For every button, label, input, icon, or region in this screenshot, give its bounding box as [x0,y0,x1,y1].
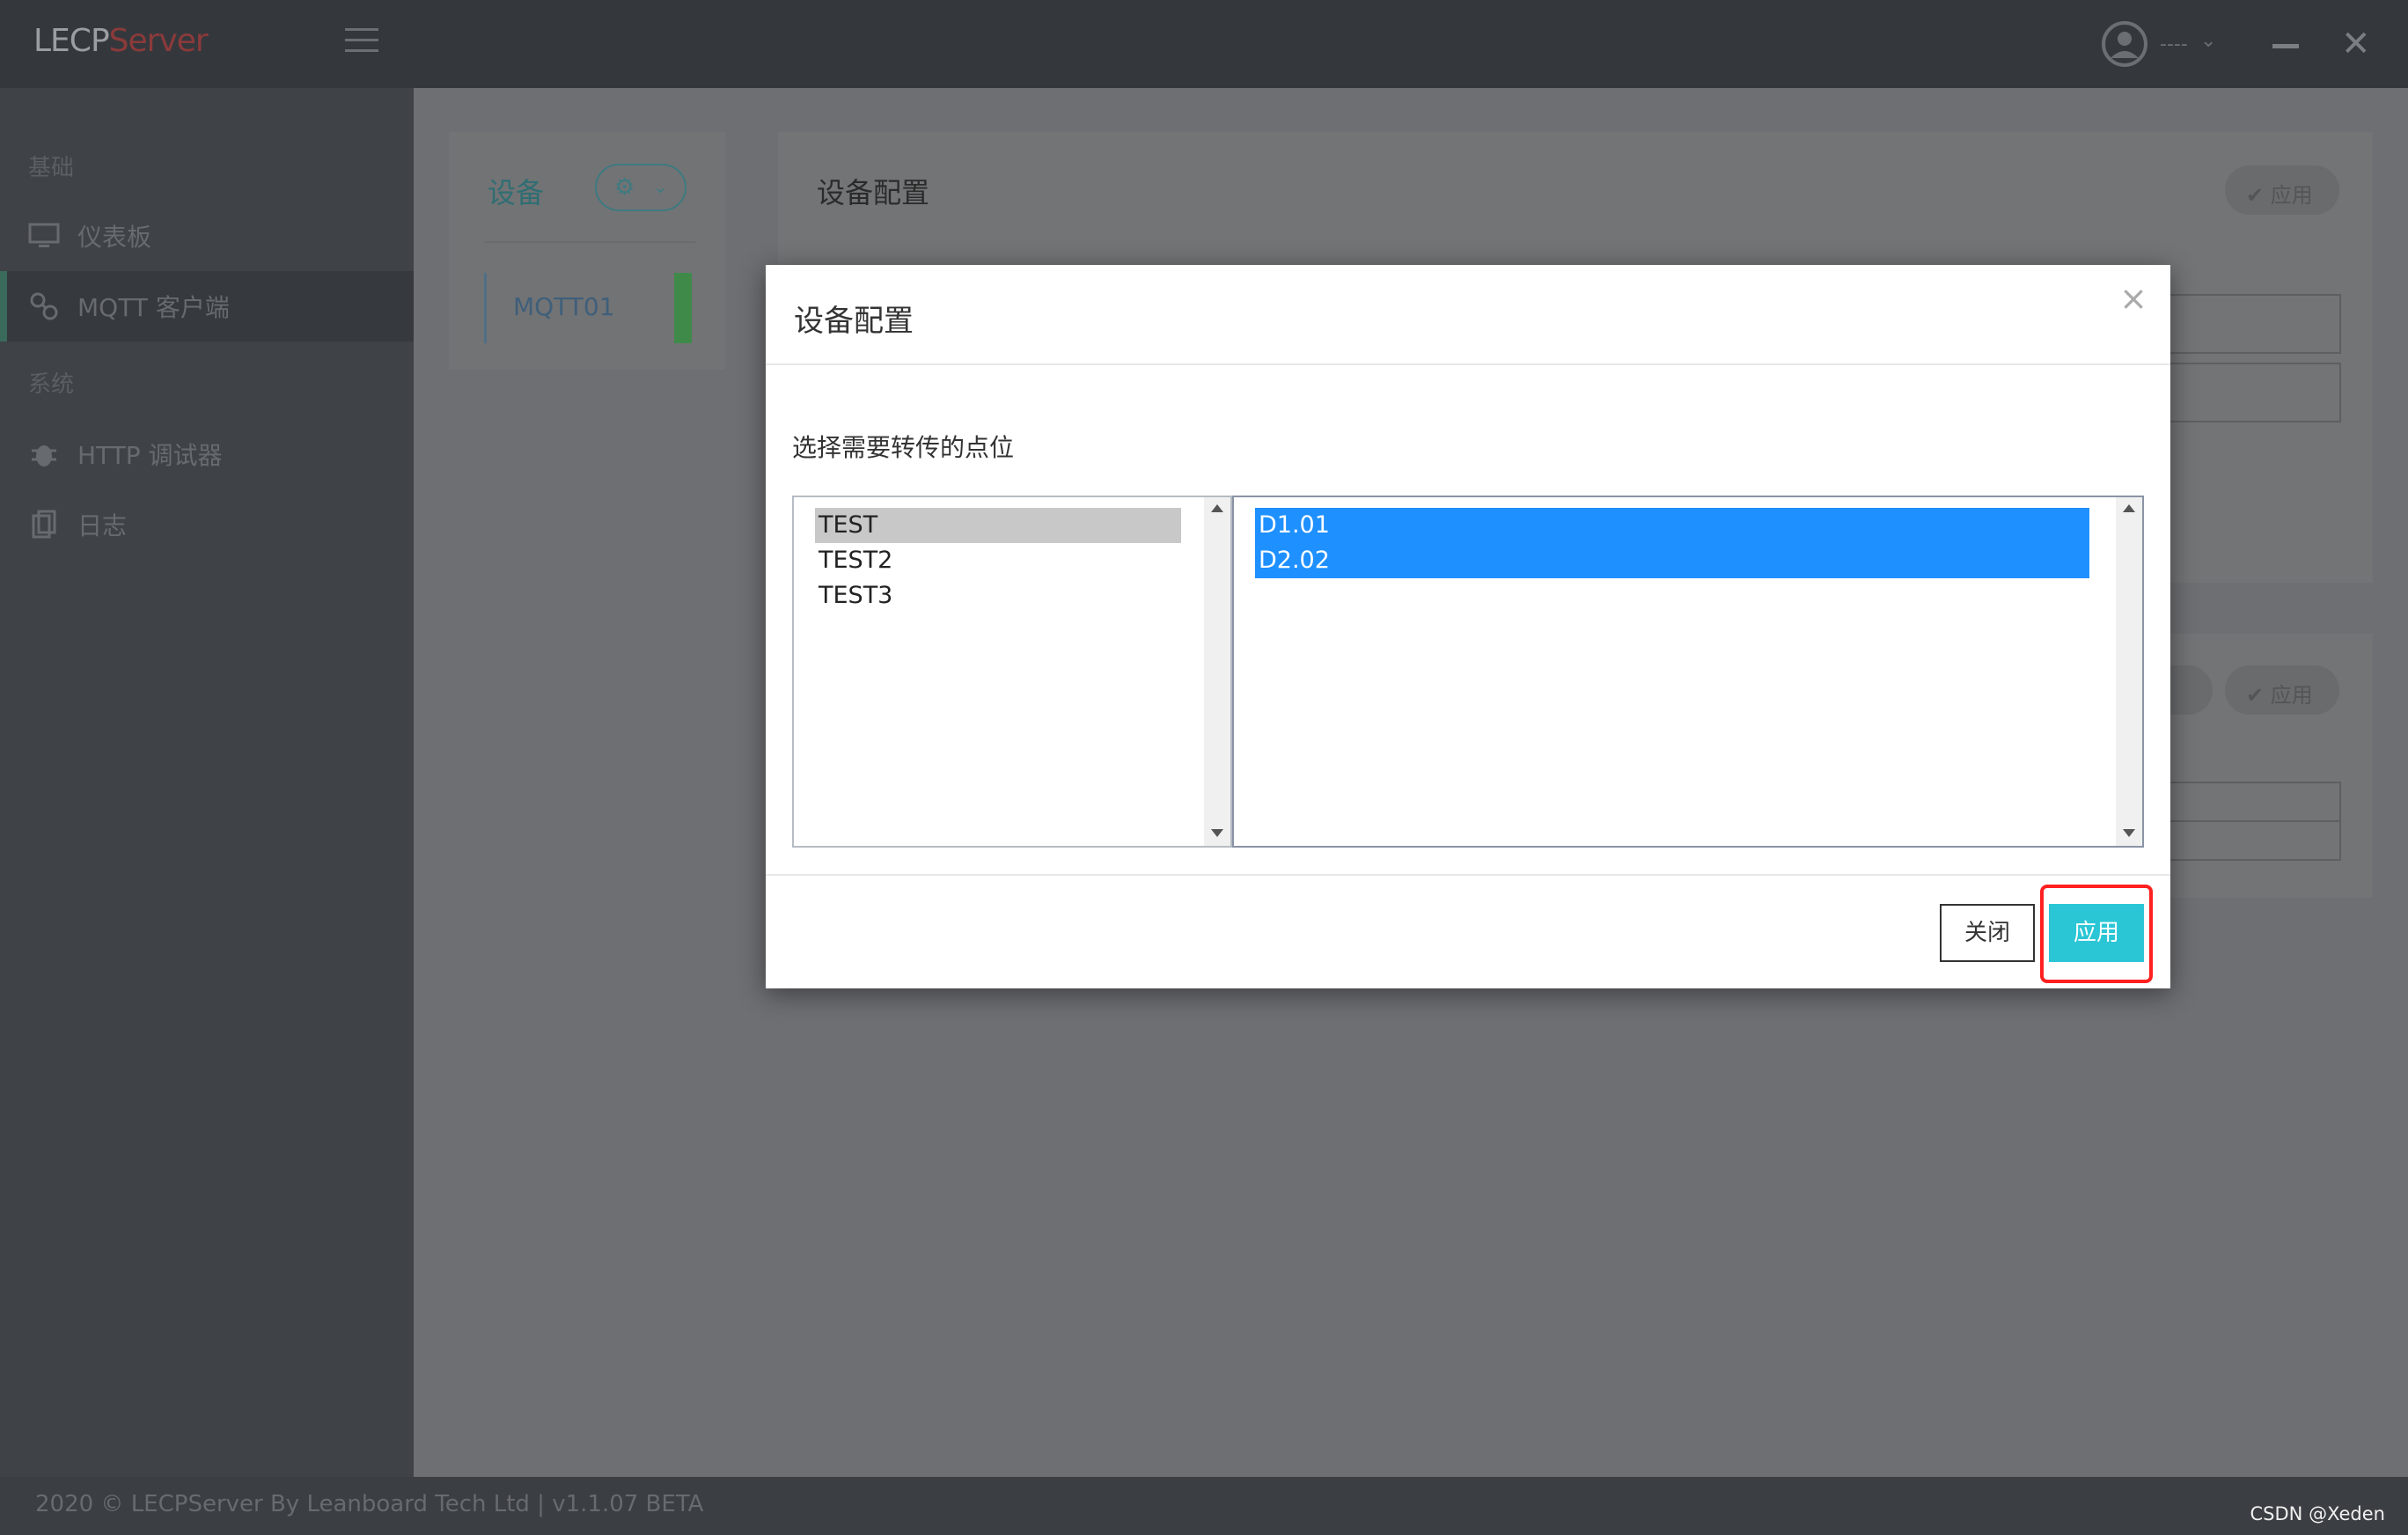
scroll-up-icon[interactable] [1211,504,1223,512]
link-icon [30,292,58,320]
device-config-modal: 设备配置 × 选择需要转传的点位 TEST TEST2 TEST3 D1.01 … [766,265,2170,988]
footer: 2020 © LECPServer By Leanboard Tech Ltd … [0,1477,2408,1535]
close-button[interactable]: 关闭 [1940,904,2035,962]
close-icon[interactable]: ✕ [2341,26,2371,62]
top-bar: LECPServer ---- ⌄ ✕ [0,0,2408,88]
sidebar-item-label: 仪表板 [77,223,152,252]
document-icon [32,510,56,539]
list-item[interactable]: TEST3 [815,578,1181,613]
sidebar-item-label: HTTP 调试器 [77,441,223,470]
bug-icon [32,445,56,466]
gear-icon: ⚙ [614,174,635,201]
user-avatar-icon[interactable] [2102,21,2147,67]
logo-text-lecp: LECP [33,23,110,59]
watermark: CSDN @Xeden [2250,1503,2385,1524]
sidebar-item-mqtt-client[interactable]: MQTT 客户端 [0,271,414,342]
list-item[interactable]: TEST [815,508,1181,543]
points-apply-button[interactable]: ✔ 应用 [2225,665,2339,715]
user-name[interactable]: ---- [2160,33,2188,55]
points-apply-label: ✔ 应用 [2246,683,2313,708]
menu-toggle-icon[interactable] [345,28,378,53]
modal-title: 设备配置 [794,304,914,339]
footer-text: 2020 © LECPServer By Leanboard Tech Ltd … [35,1491,704,1517]
device-panel: 设备 ⚙ ⌄ MQTT01 [449,132,725,370]
logo-text-server: Server [108,23,209,59]
sidebar-item-label: 日志 [77,511,128,540]
minimize-icon[interactable] [2272,44,2299,48]
source-point-list[interactable]: TEST TEST2 TEST3 [792,496,1232,848]
scroll-up-icon[interactable] [2123,504,2135,512]
highlight-box [2040,885,2153,983]
divider [484,241,695,243]
sidebar-section-system: 系统 [28,371,75,398]
scroll-down-icon[interactable] [2123,829,2135,837]
app-logo: LECPServer [33,23,209,59]
config-panel-title: 设备配置 [817,176,930,209]
device-list-item[interactable]: MQTT01 [484,273,692,343]
modal-subtitle: 选择需要转传的点位 [792,433,1015,462]
device-status-indicator [674,273,692,343]
divider [766,364,2170,365]
sidebar-item-log[interactable]: 日志 [0,489,414,560]
monitor-icon [28,223,60,247]
list-item[interactable]: D2.02 [1255,543,2089,578]
device-settings-button[interactable]: ⚙ ⌄ [595,164,686,211]
list-item[interactable]: D1.01 [1255,508,2089,543]
config-apply-label: ✔ 应用 [2246,183,2313,208]
sidebar: 基础 仪表板 MQTT 客户端 系统 HTTP 调试器 日志 [0,88,414,1477]
chevron-down-icon: ⌄ [653,176,668,197]
device-panel-title: 设备 [488,176,545,209]
sidebar-item-label: MQTT 客户端 [77,293,230,322]
sidebar-item-http-debugger[interactable]: HTTP 调试器 [0,419,414,489]
scrollbar[interactable] [1204,497,1230,846]
divider [766,874,2170,876]
chevron-down-icon[interactable]: ⌄ [2200,30,2216,52]
scroll-down-icon[interactable] [1211,829,1223,837]
sidebar-item-dashboard[interactable]: 仪表板 [0,201,414,271]
config-apply-button[interactable]: ✔ 应用 [2225,165,2339,215]
device-name: MQTT01 [513,292,615,321]
close-icon[interactable]: × [2119,279,2147,318]
list-item[interactable]: TEST2 [815,543,1181,578]
scrollbar[interactable] [2116,497,2142,846]
selected-point-list[interactable]: D1.01 D2.02 [1232,496,2144,848]
sidebar-section-basic: 基础 [28,155,75,181]
